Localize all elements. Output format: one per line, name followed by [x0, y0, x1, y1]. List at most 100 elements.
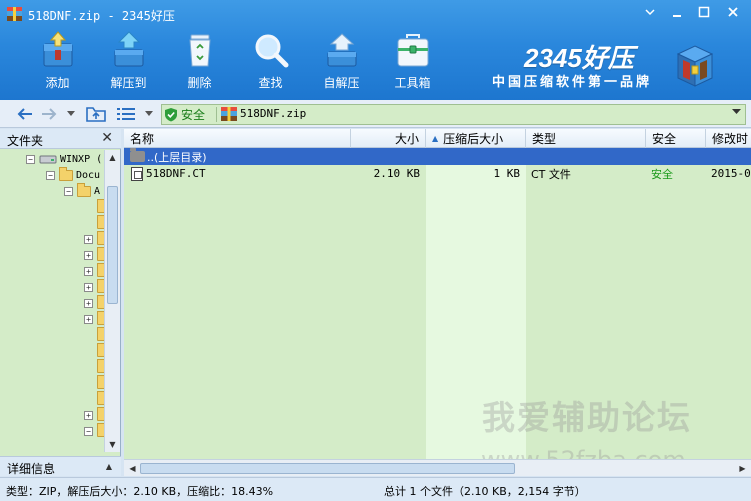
status-total: 总计 1 个文件（2.10 KB，2,154 字节） [384, 485, 586, 498]
brand-logo: 2345好压 [524, 43, 634, 73]
chevron-up-icon[interactable]: ▲ [106, 462, 112, 471]
history-dropdown-icon[interactable] [64, 105, 78, 123]
tree-item[interactable] [84, 214, 104, 231]
delete-button[interactable]: 删除 [164, 30, 235, 92]
tree-item[interactable]: − WINXP ( [26, 151, 102, 167]
tree-item[interactable] [84, 326, 104, 343]
folder-icon [97, 246, 104, 261]
expand-icon[interactable]: + [84, 234, 93, 244]
find-button[interactable]: 查找 [235, 30, 306, 92]
address-dropdown-icon[interactable] [732, 109, 741, 115]
column-packed-size[interactable]: ▲ 压缩后大小 [426, 129, 526, 148]
folder-icon [59, 166, 73, 181]
tree-item[interactable]: + [84, 246, 104, 263]
tree-item[interactable]: + [84, 262, 104, 279]
tree-item[interactable]: + [84, 406, 104, 423]
expand-icon[interactable]: + [84, 314, 93, 324]
scroll-left-icon[interactable]: ◀ [125, 461, 140, 476]
minimize-icon[interactable] [638, 2, 661, 22]
folder-icon [97, 342, 104, 357]
tree-item[interactable]: − A [64, 182, 100, 199]
self-extract-label: 自解压 [323, 76, 360, 90]
maximize-icon[interactable] [692, 2, 715, 22]
magnifier-icon [251, 30, 291, 70]
column-type[interactable]: 类型 [526, 129, 646, 148]
expand-icon[interactable]: + [84, 266, 93, 276]
folder-tree: − WINXP ( − Docu − A + + + + + + + − [0, 150, 104, 452]
address-bar: 安全 518DNF.zip [0, 100, 751, 128]
parent-dir-row[interactable]: ..(上层目录) [124, 148, 751, 165]
column-packed-size-label: 压缩后大小 [443, 132, 504, 146]
column-safe[interactable]: 安全 [646, 129, 706, 148]
scroll-up-icon[interactable]: ▲ [105, 150, 120, 165]
folder-icon [97, 294, 104, 309]
window-controls [638, 2, 747, 22]
file-list: 名称 大小 ▲ 压缩后大小 类型 安全 修改时 ..(上层目录) 518DNF.… [124, 129, 751, 476]
up-folder-icon[interactable] [84, 105, 108, 123]
tree-item[interactable] [84, 374, 104, 391]
collapse-icon[interactable]: − [26, 154, 35, 164]
folder-icon [97, 198, 104, 213]
address-field[interactable]: 安全 518DNF.zip [161, 104, 746, 125]
file-list-hscrollbar[interactable]: ◀ ▶ [124, 459, 751, 476]
view-dropdown-icon[interactable] [142, 105, 156, 123]
forward-arrow-icon[interactable] [38, 105, 60, 123]
drive-icon [39, 155, 57, 163]
folder-icon [97, 406, 104, 421]
file-list-header: 名称 大小 ▲ 压缩后大小 类型 安全 修改时 [124, 129, 751, 148]
row-packed-size: 1 KB [493, 167, 521, 180]
folder-icon [97, 326, 104, 341]
tree-item[interactable]: + [84, 310, 104, 327]
brand: 2345好压 中国压缩软件第一品牌 [492, 38, 672, 94]
tree-item[interactable]: + [84, 294, 104, 311]
scroll-right-icon[interactable]: ▶ [735, 461, 750, 476]
expand-icon[interactable]: + [84, 410, 93, 420]
expand-icon[interactable]: + [84, 250, 93, 260]
main-toolbar: 添加 解压到 删除 查找 自解压 工具箱 [22, 30, 448, 92]
tree-item[interactable]: − Docu [46, 166, 100, 183]
add-button[interactable]: 添加 [22, 30, 93, 92]
column-modified[interactable]: 修改时 [706, 129, 751, 148]
extract-to-button[interactable]: 解压到 [93, 30, 164, 92]
top-band: 518DNF.zip - 2345好压 添加 解压到 删除 查找 自解压 工具箱… [0, 0, 751, 100]
tree-item[interactable]: + [84, 230, 104, 247]
collapse-icon[interactable]: − [46, 170, 55, 180]
folder-icon [97, 262, 104, 277]
tree-item[interactable] [84, 358, 104, 375]
address-path: 518DNF.zip [240, 107, 307, 120]
view-list-icon[interactable] [114, 105, 138, 123]
expand-icon[interactable]: + [84, 298, 93, 308]
folder-icon [97, 390, 104, 405]
column-name[interactable]: 名称 [124, 129, 351, 148]
tree-item[interactable] [84, 342, 104, 359]
hscroll-thumb[interactable] [140, 463, 515, 474]
expand-icon[interactable]: + [84, 282, 93, 292]
watermark-title: 我爱辅助论坛 [482, 398, 692, 437]
close-icon[interactable] [719, 2, 747, 22]
folder-tree-scrollbar[interactable]: ▲ ▼ [104, 150, 120, 452]
folder-panel-title: 文件夹 [7, 134, 44, 148]
tree-item[interactable] [84, 198, 104, 215]
detail-info-title: 详细信息 [7, 462, 56, 476]
restore-icon[interactable] [665, 2, 688, 22]
toolbox-label: 工具箱 [394, 76, 431, 90]
tree-item[interactable]: − [84, 422, 104, 439]
self-extract-button[interactable]: 自解压 [306, 30, 377, 92]
shield-check-icon [165, 108, 177, 122]
back-arrow-icon[interactable] [14, 105, 36, 123]
window-title: 518DNF.zip - 2345好压 [28, 9, 175, 23]
toolbox-button[interactable]: 工具箱 [377, 30, 448, 92]
close-panel-icon[interactable]: ✕ [101, 130, 113, 146]
delete-label: 删除 [187, 76, 212, 90]
collapse-icon[interactable]: − [84, 426, 93, 436]
column-size[interactable]: 大小 [351, 129, 426, 148]
folder-icon [77, 182, 91, 197]
file-row[interactable]: 518DNF.CT 2.10 KB 1 KB CT 文件 安全 2015-01 [124, 165, 751, 182]
scroll-down-icon[interactable]: ▼ [105, 437, 120, 452]
tree-item[interactable] [84, 390, 104, 407]
tree-item[interactable]: + [84, 278, 104, 295]
collapse-icon[interactable]: − [64, 186, 73, 196]
scroll-thumb[interactable] [107, 186, 118, 304]
safe-label: 安全 [181, 108, 206, 122]
detail-info-bar[interactable]: 详细信息 ▲ [0, 456, 121, 476]
